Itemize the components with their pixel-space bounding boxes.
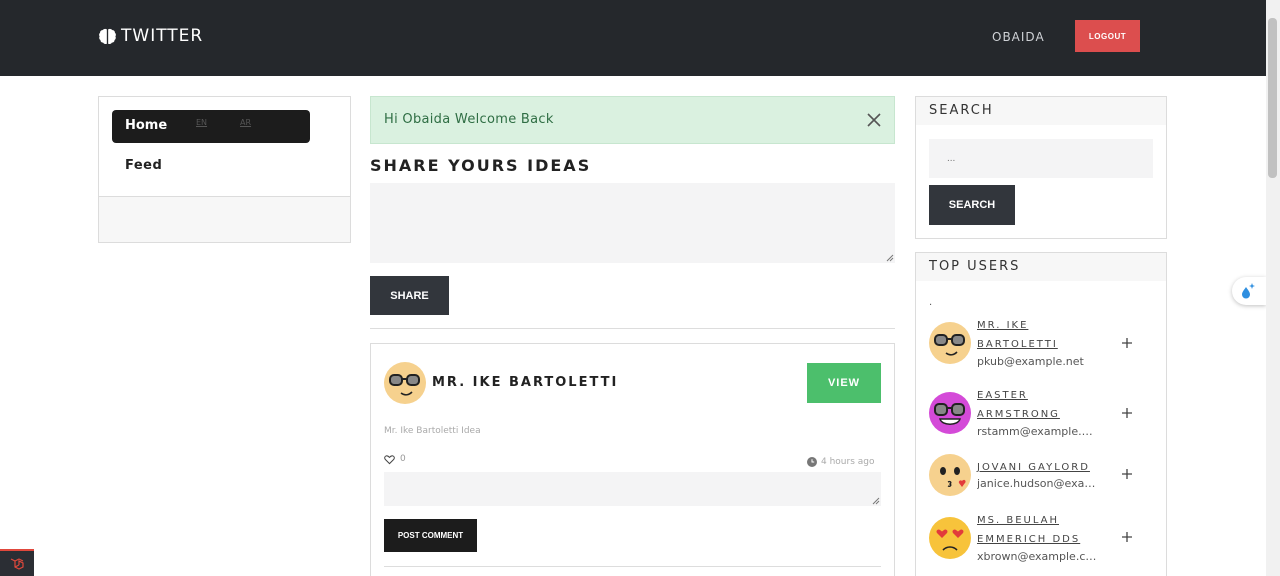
comment-textarea[interactable] xyxy=(384,472,881,506)
nerd-face-icon xyxy=(929,322,971,364)
search-button[interactable]: SEARCH xyxy=(929,185,1015,225)
heart-eyes-face-icon xyxy=(929,517,971,559)
like-count: 0 xyxy=(400,454,406,464)
language-switcher xyxy=(99,196,350,242)
top-user-name[interactable]: MS. BEULAH EMMERICH DDS xyxy=(977,511,1102,549)
top-user-email: janice.hudson@example.com xyxy=(977,477,1099,490)
brand-link[interactable]: TWITTER xyxy=(98,26,203,46)
post-comment-button[interactable]: POST COMMENT xyxy=(384,519,477,552)
kissing-face-icon xyxy=(929,454,971,496)
top-user-email: rstamm@example.org xyxy=(977,425,1099,438)
brand-name: TWITTER xyxy=(121,26,204,46)
nerd-face-icon xyxy=(384,362,426,404)
sparkle-drop-icon xyxy=(1242,283,1255,299)
post-author[interactable]: MR. IKE BARTOLETTI xyxy=(432,375,618,390)
top-user-email: xbrown@example.com xyxy=(977,550,1099,563)
share-button[interactable]: SHARE xyxy=(370,276,449,315)
search-card-header: SEARCH xyxy=(916,97,1166,125)
resize-handle-icon[interactable] xyxy=(886,254,894,262)
share-title: SHARE YOURS IDEAS xyxy=(370,156,592,175)
top-users-title: TOP USERS xyxy=(929,259,1021,274)
post-timestamp: 4 hours ago xyxy=(821,457,875,467)
language-ar-link[interactable]: AR xyxy=(240,118,251,127)
share-idea-textarea[interactable] xyxy=(370,183,895,263)
clock-icon xyxy=(807,457,817,467)
divider xyxy=(384,566,881,567)
logout-button[interactable]: LOGOUT xyxy=(1075,20,1140,52)
follow-plus-icon[interactable] xyxy=(1121,337,1133,349)
assistant-widget-button[interactable] xyxy=(1232,277,1266,305)
follow-plus-icon[interactable] xyxy=(1121,531,1133,543)
top-users-marker: . xyxy=(929,297,933,308)
resize-handle-icon[interactable] xyxy=(872,497,880,505)
sidebar-item-feed[interactable]: Feed xyxy=(125,158,162,173)
top-user-email: pkub@example.net xyxy=(977,355,1084,368)
language-en-link[interactable]: EN xyxy=(196,118,207,127)
welcome-alert: Hi Obaida Welcome Back xyxy=(370,96,895,144)
post-content: Mr. Ike Bartoletti Idea xyxy=(384,426,481,436)
scrollbar-thumb[interactable] xyxy=(1268,18,1277,178)
heart-icon[interactable] xyxy=(384,454,395,465)
search-title: SEARCH xyxy=(929,103,994,118)
navbar: TWITTER OBAIDA LOGOUT xyxy=(0,0,1266,76)
page: TWITTER OBAIDA LOGOUT Home Feed EN AR Hi… xyxy=(0,0,1280,576)
debugbar-toggle[interactable] xyxy=(0,549,34,576)
divider xyxy=(370,328,895,329)
nav-username-link[interactable]: OBAIDA xyxy=(992,30,1045,44)
laravel-logo-icon xyxy=(10,558,24,570)
follow-plus-icon[interactable] xyxy=(1121,407,1133,419)
nerd-face-purple-icon xyxy=(929,392,971,434)
search-input[interactable] xyxy=(929,139,1153,178)
sidebar-nav: Home Feed xyxy=(98,96,351,243)
follow-plus-icon[interactable] xyxy=(1121,468,1133,480)
top-user-name[interactable]: MR. IKE BARTOLETTI xyxy=(977,316,1102,354)
alert-message: Hi Obaida Welcome Back xyxy=(384,112,554,127)
top-user-name[interactable]: EASTER ARMSTRONG xyxy=(977,386,1102,424)
sidebar-item-home[interactable]: Home xyxy=(112,110,310,143)
view-post-button[interactable]: VIEW xyxy=(807,363,881,403)
brain-icon xyxy=(99,28,116,44)
top-user-name[interactable]: JOVANI GAYLORD xyxy=(977,458,1102,477)
top-users-header: TOP USERS xyxy=(916,253,1166,281)
close-icon[interactable] xyxy=(865,111,883,129)
